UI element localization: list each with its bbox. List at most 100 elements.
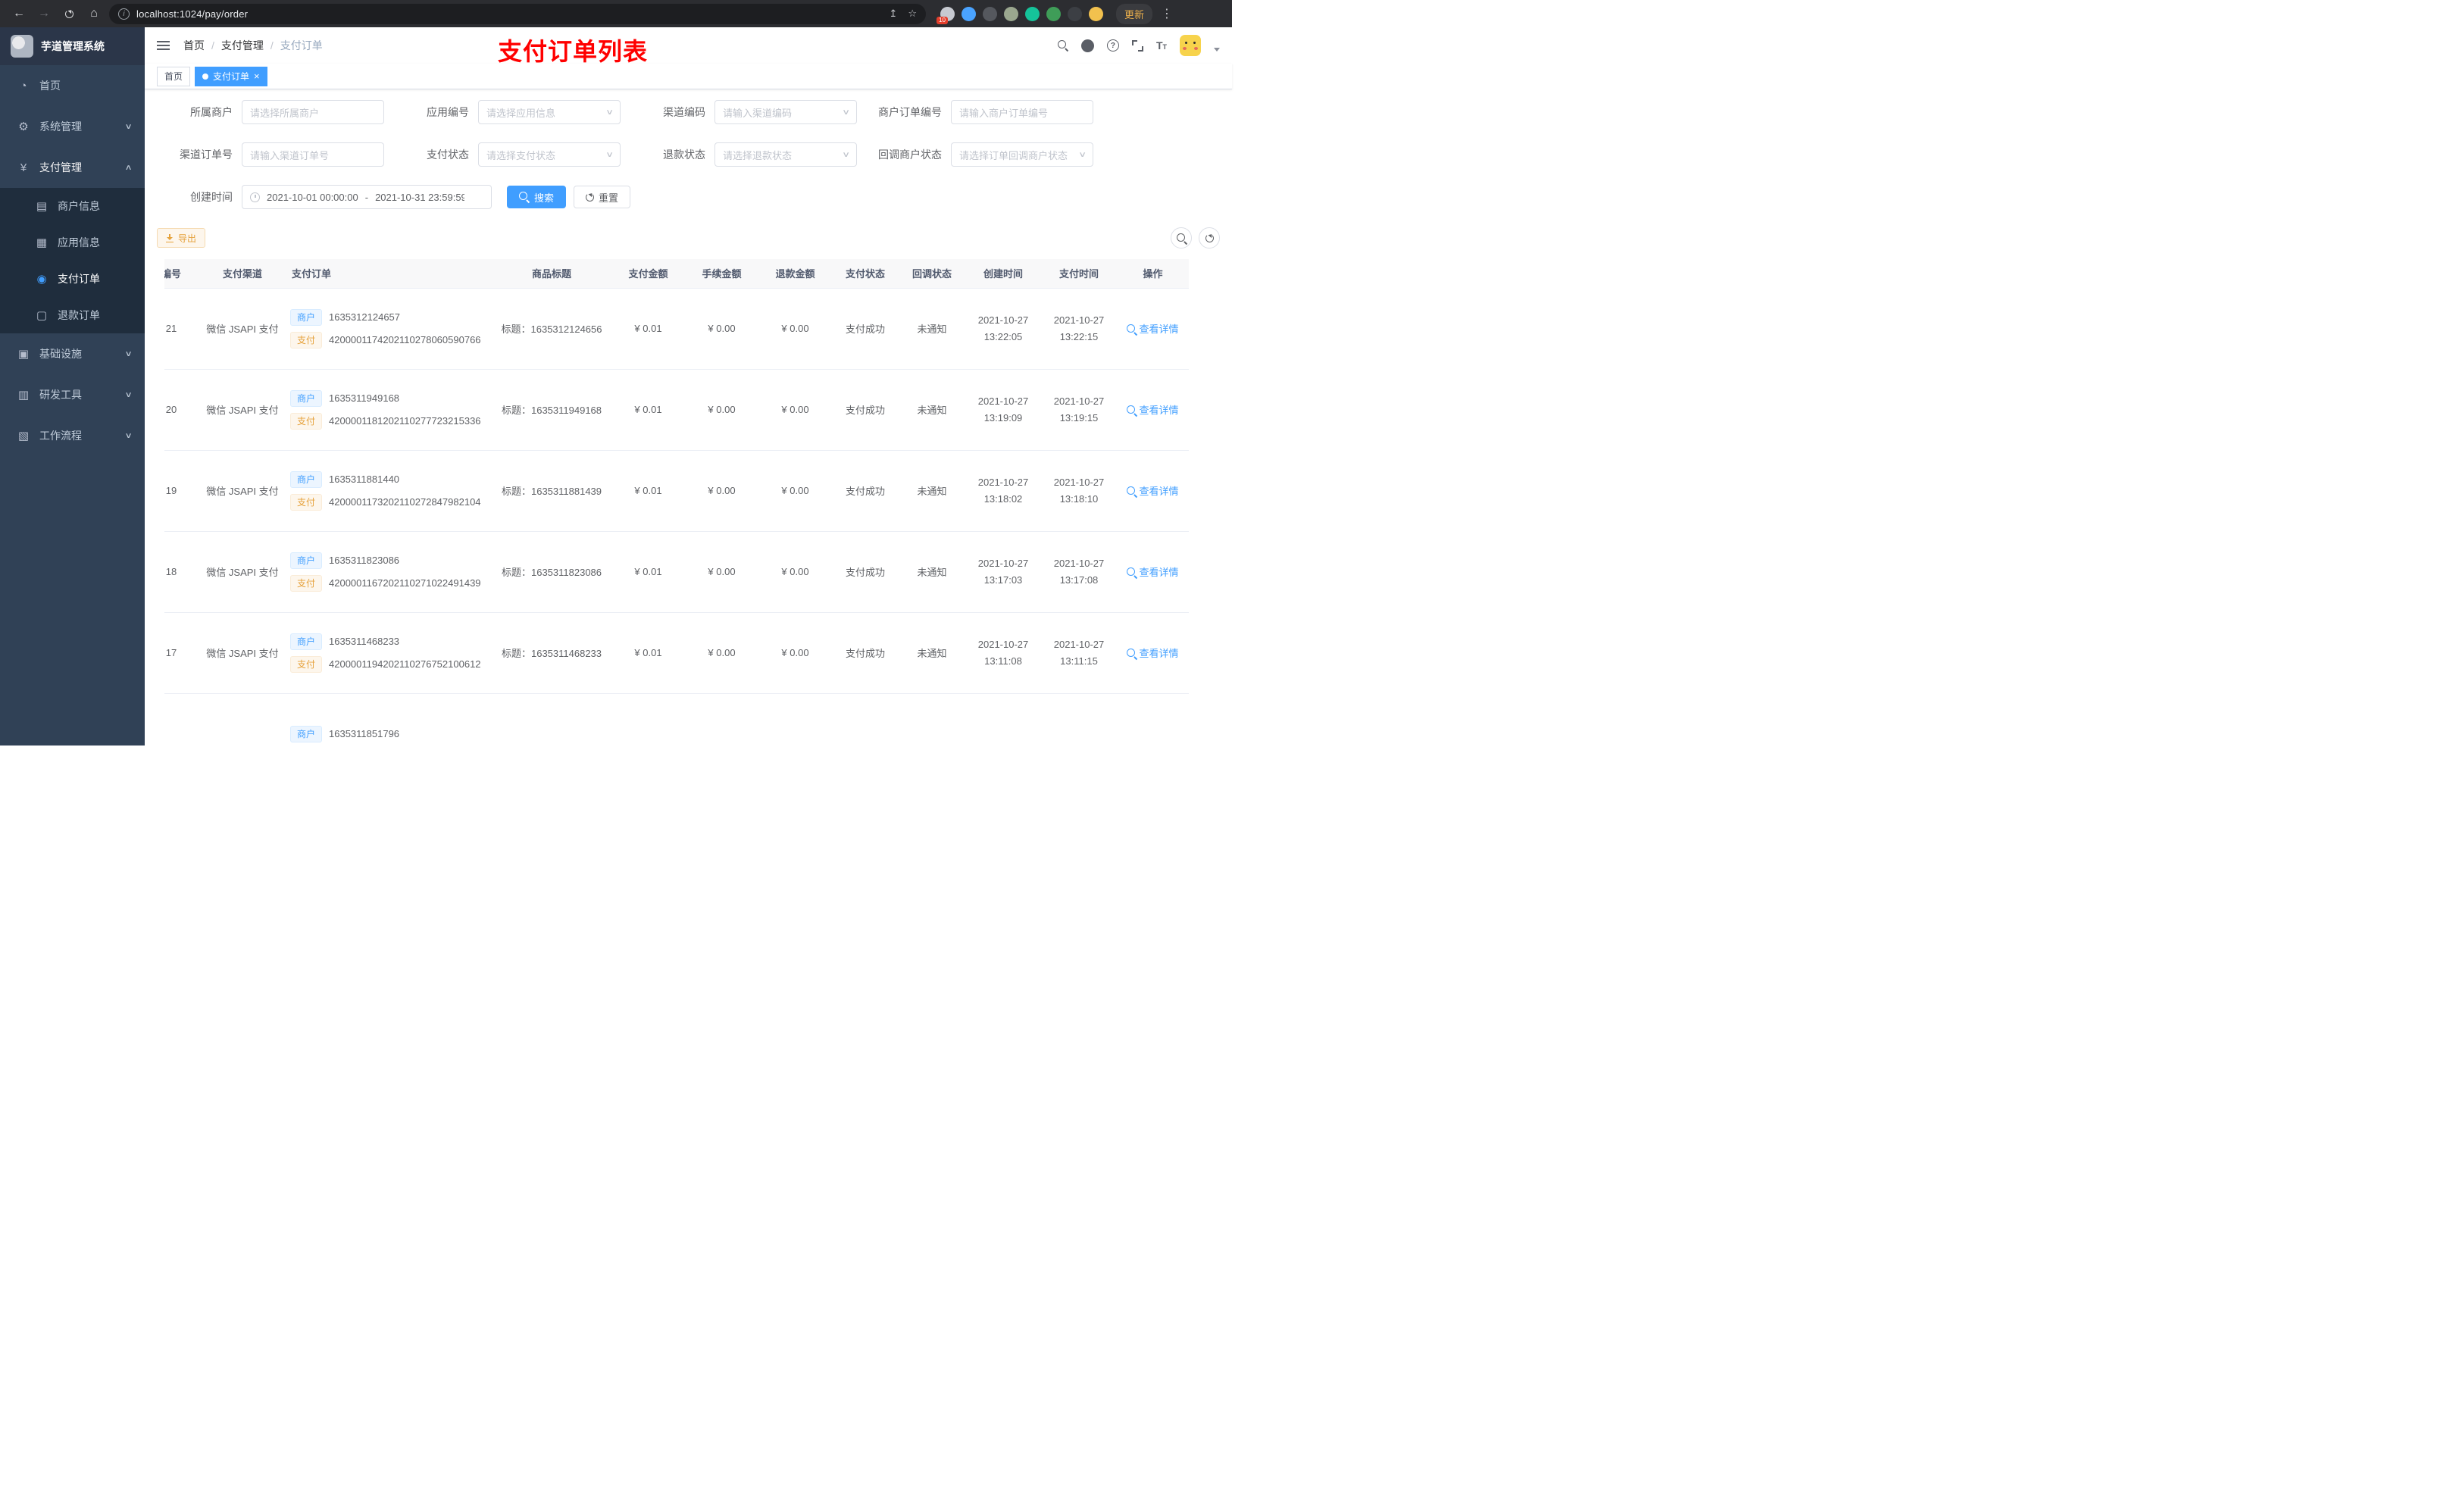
- filter-input[interactable]: 请选择所属商户: [242, 100, 384, 124]
- navbar-actions: ? TT: [1057, 35, 1220, 56]
- filter-field: 渠道订单号 请输入渠道订单号: [157, 142, 384, 167]
- share-icon[interactable]: ↥: [889, 8, 897, 20]
- search-button-label: 搜索: [534, 192, 555, 204]
- filter-field: 应用编号 请选择应用信息 ∨: [393, 100, 621, 124]
- sidebar-item[interactable]: ¥ 支付管理 ∧: [0, 147, 145, 188]
- help-icon[interactable]: ?: [1106, 39, 1119, 52]
- cell-order: 商户 1635311949168 支付 42000011812021102777232…: [287, 369, 492, 451]
- cell-actions: 查看详情: [1117, 612, 1189, 694]
- search-button[interactable]: 搜索: [507, 186, 567, 208]
- filter-input[interactable]: 请输入渠道订单号: [242, 142, 384, 167]
- breadcrumb-item[interactable]: 支付管理: [221, 38, 264, 53]
- orders-table-wrap: 编号 支付渠道 支付订单 商品标题 支付金额 手续金额 退款金额 支付状态 回调状态 创建时间 支付…: [164, 259, 1212, 746]
- view-detail-link[interactable]: 查看详情: [1127, 321, 1179, 336]
- view-detail-link[interactable]: 查看详情: [1127, 645, 1179, 660]
- browser-forward-icon[interactable]: →: [34, 4, 54, 23]
- filter-select[interactable]: 请输入渠道编码 ∨: [714, 100, 857, 124]
- filter-label: 支付状态: [427, 148, 469, 161]
- cell-refund: ¥ 0.00: [758, 450, 832, 532]
- cell-created-time: 2021-10-27 13:18:02: [965, 450, 1041, 532]
- browser-update-button[interactable]: 更新: [1116, 3, 1153, 24]
- extension-dark-globe[interactable]: [983, 6, 997, 21]
- merchant-tag: 商户: [290, 389, 323, 407]
- sidebar-item[interactable]: ▣ 基础设施 ∨: [0, 333, 145, 374]
- cell-actions: 查看详情: [1117, 369, 1189, 451]
- view-detail-label: 查看详情: [1139, 486, 1179, 497]
- view-detail-link[interactable]: 查看详情: [1127, 483, 1179, 498]
- sidebar-item-label: 首页: [39, 80, 61, 92]
- tags-view: 首页 支付订单 ×: [145, 64, 1232, 89]
- refund-order-icon: ▢: [36, 309, 48, 322]
- cell-id: 21: [164, 288, 198, 370]
- search-icon[interactable]: [1057, 40, 1068, 51]
- fullscreen-icon[interactable]: [1131, 39, 1143, 52]
- sidebar-item[interactable]: ⚙ 系统管理 ∨: [0, 106, 145, 147]
- github-icon[interactable]: [1080, 39, 1094, 52]
- browser-home-icon[interactable]: ⌂: [84, 4, 104, 23]
- view-detail-label: 查看详情: [1139, 648, 1179, 659]
- browser-address-bar[interactable]: i localhost:1024/pay/order ↥ ☆: [109, 3, 926, 24]
- filter-select[interactable]: 请选择应用信息 ∨: [478, 100, 621, 124]
- page-content: 所属商户 请选择所属商户 应用编号 请选择应用信息 ∨ 渠道编码 请输入渠道编码 ∨ 商户订单编…: [145, 89, 1232, 746]
- sidebar-subitem[interactable]: ▢ 退款订单: [0, 297, 145, 333]
- view-detail-link[interactable]: 查看详情: [1127, 564, 1179, 579]
- app-window: 芋道管理系统 ◔ 首页 ⚙ 系统管理 ∨ ¥ 支付管理 ∧ ▤ 商户信息 ▦ 应用信息 ◉ 支付订单 ▢ 退款…: [0, 27, 1232, 746]
- extension-green-note[interactable]: [1046, 6, 1061, 21]
- filter-input[interactable]: 请输入商户订单编号: [951, 100, 1093, 124]
- extension-palette[interactable]: 10: [937, 6, 955, 24]
- breadcrumb-item[interactable]: 支付订单: [280, 38, 323, 53]
- bookmark-star-icon[interactable]: ☆: [908, 8, 917, 20]
- extension-blue-pin[interactable]: [962, 6, 976, 21]
- user-avatar[interactable]: [1180, 35, 1201, 56]
- cell-id: 20: [164, 369, 198, 451]
- sidebar-subitem[interactable]: ◉ 支付订单: [0, 261, 145, 297]
- export-button[interactable]: 导出: [157, 228, 206, 248]
- app-title: 芋道管理系统: [41, 40, 105, 52]
- refresh-table-button[interactable]: [1199, 227, 1220, 248]
- refresh-icon: [1205, 233, 1214, 242]
- browser-back-icon[interactable]: ←: [9, 4, 29, 23]
- column-header: 支付订单: [287, 259, 492, 289]
- extension-sage-circle[interactable]: [1004, 6, 1018, 21]
- infrastructure-icon: ▣: [17, 348, 30, 361]
- filter-field: 回调商户状态 请选择订单回调商户状态 ∨: [866, 142, 1093, 167]
- view-detail-link[interactable]: 查看详情: [1127, 402, 1179, 417]
- tab-item[interactable]: 首页: [157, 66, 191, 86]
- refresh-icon: [586, 192, 595, 202]
- extension-emoji-face[interactable]: [1089, 6, 1103, 21]
- breadcrumb-item[interactable]: 首页: [183, 38, 205, 53]
- font-size-icon[interactable]: TT: [1156, 39, 1167, 52]
- extension-dark-puzzle[interactable]: [1068, 6, 1082, 21]
- close-icon[interactable]: ×: [254, 71, 260, 81]
- cell-paid-time: 2021-10-27 13:22:15: [1041, 288, 1117, 370]
- cell-channel: [198, 693, 287, 746]
- cell-title: 标题：1635311949168: [492, 369, 611, 451]
- filter-select[interactable]: 请选择订单回调商户状态 ∨: [951, 142, 1093, 167]
- sidebar-item-label: 支付订单: [58, 273, 100, 285]
- site-info-icon[interactable]: i: [118, 8, 130, 20]
- sidebar-item[interactable]: ◔ 首页: [0, 65, 145, 106]
- cell-paid-time: [1041, 693, 1117, 746]
- filter-select[interactable]: 请选择支付状态 ∨: [478, 142, 621, 167]
- merchant-tag: 商户: [290, 470, 323, 488]
- sidebar-menu: ◔ 首页 ⚙ 系统管理 ∨ ¥ 支付管理 ∧ ▤ 商户信息 ▦ 应用信息 ◉ 支付订单 ▢ 退款订单 ▣ 基础设施…: [0, 65, 145, 456]
- sidebar-subitem[interactable]: ▤ 商户信息: [0, 188, 145, 224]
- browser-menu-icon[interactable]: ⋮: [1161, 6, 1173, 21]
- hamburger-icon[interactable]: [157, 40, 170, 51]
- user-menu-caret-icon[interactable]: [1214, 47, 1220, 55]
- tab-active[interactable]: 支付订单 ×: [195, 66, 267, 86]
- sidebar-subitem[interactable]: ▦ 应用信息: [0, 224, 145, 261]
- filter-field: 退款状态 请选择退款状态 ∨: [630, 142, 857, 167]
- date-range-input[interactable]: 2021-10-01 00:00:00 - 2021-10-31 23:59:5…: [242, 185, 492, 209]
- pay-tag: 支付: [290, 574, 323, 592]
- filter-select[interactable]: 请选择退款状态 ∨: [714, 142, 857, 167]
- extension-green-check[interactable]: [1025, 6, 1040, 21]
- browser-refresh-icon[interactable]: [59, 4, 79, 23]
- tab-label: 首页: [164, 71, 183, 82]
- reset-button[interactable]: 重置: [574, 186, 631, 208]
- app-logo[interactable]: 芋道管理系统: [0, 27, 145, 65]
- placeholder-text: 请输入渠道编码: [723, 107, 793, 119]
- hide-search-button[interactable]: [1171, 227, 1192, 248]
- sidebar-item[interactable]: ▥ 研发工具 ∨: [0, 374, 145, 415]
- sidebar-item[interactable]: ▧ 工作流程 ∨: [0, 415, 145, 456]
